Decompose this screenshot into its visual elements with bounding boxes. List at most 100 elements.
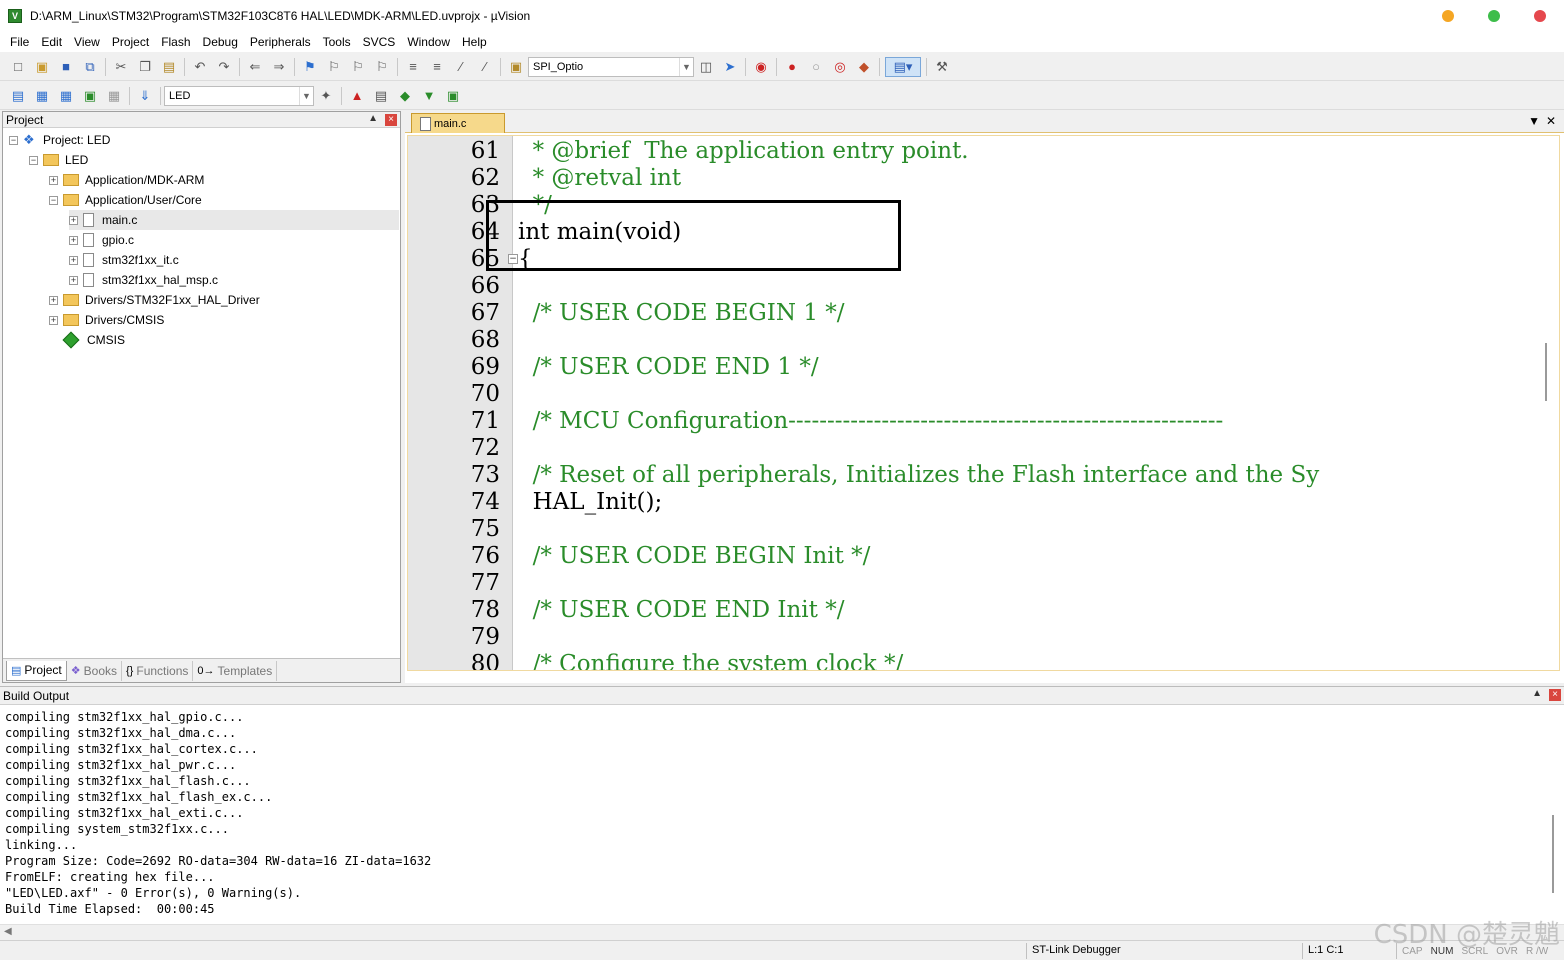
tree-item-label: stm32f1xx_it.c: [102, 253, 179, 267]
clear-bookmarks-icon[interactable]: ⚐: [372, 57, 392, 77]
maximize-button[interactable]: [1488, 10, 1500, 22]
open-folder-icon[interactable]: ▣: [32, 57, 52, 77]
build-icon[interactable]: ▦: [32, 86, 52, 106]
uncomment-icon[interactable]: ⁄: [475, 57, 495, 77]
menu-flash[interactable]: Flash: [155, 35, 196, 49]
disable-breakpoint-icon[interactable]: ○: [806, 57, 826, 77]
tab-main-c[interactable]: main.c: [411, 113, 505, 133]
tree-item-file[interactable]: + gpio.c: [69, 230, 134, 250]
indent-icon[interactable]: ≡: [403, 57, 423, 77]
tab-functions[interactable]: {} Functions: [122, 660, 194, 681]
batch-build-icon[interactable]: ▣: [80, 86, 100, 106]
find-icon[interactable]: ◫: [696, 57, 716, 77]
tree-item-group[interactable]: + Application/MDK-ARM: [49, 170, 204, 190]
expand-icon[interactable]: +: [69, 255, 78, 265]
menu-file[interactable]: File: [4, 35, 35, 49]
code-text: /* USER CODE END Init */: [518, 597, 845, 623]
expand-icon[interactable]: +: [49, 295, 58, 305]
menu-project[interactable]: Project: [106, 35, 155, 49]
code-line: 62 * @retval int: [408, 165, 1559, 192]
file-extensions-icon[interactable]: ▤: [371, 86, 391, 106]
incremental-find-icon[interactable]: ➤: [720, 57, 740, 77]
chevron-down-icon[interactable]: ▼: [299, 86, 313, 105]
editor-tab-bar: main.c ▼ ✕: [405, 111, 1564, 133]
undo-icon[interactable]: ↶: [190, 57, 210, 77]
tab-project[interactable]: ▤ Project: [6, 660, 67, 681]
target-options-icon[interactable]: ✦: [316, 86, 336, 106]
breakpoint-icon[interactable]: ●: [782, 57, 802, 77]
tree-item-group[interactable]: + Drivers/CMSIS: [49, 310, 164, 330]
menu-edit[interactable]: Edit: [35, 35, 68, 49]
disable-all-breakpoints-icon[interactable]: ◎: [830, 57, 850, 77]
find-in-files-icon[interactable]: ▣: [506, 57, 526, 77]
manage-project-items-icon[interactable]: ▲: [347, 86, 367, 106]
menu-debug[interactable]: Debug: [197, 35, 244, 49]
vertical-scrollbar[interactable]: [1545, 343, 1547, 401]
rebuild-icon[interactable]: ▦: [56, 86, 76, 106]
translate-icon[interactable]: ▤: [8, 86, 28, 106]
kill-all-breakpoints-icon[interactable]: ◆: [854, 57, 874, 77]
menu-peripherals[interactable]: Peripherals: [244, 35, 317, 49]
tree-item-file[interactable]: + stm32f1xx_hal_msp.c: [69, 270, 218, 290]
expand-icon[interactable]: +: [49, 315, 58, 325]
tree-item-file[interactable]: + stm32f1xx_it.c: [69, 250, 179, 270]
expand-icon[interactable]: +: [69, 275, 78, 285]
tree-item-project[interactable]: − ❖ Project: LED: [9, 130, 110, 150]
close-icon[interactable]: ×: [385, 114, 397, 126]
comment-icon[interactable]: ⁄: [451, 57, 471, 77]
redo-icon[interactable]: ↷: [214, 57, 234, 77]
menu-svcs[interactable]: SVCS: [357, 35, 402, 49]
select-packs-icon[interactable]: ▼: [419, 86, 439, 106]
save-all-icon[interactable]: ⧉: [80, 57, 100, 77]
tab-list-icon[interactable]: ▼: [1528, 114, 1540, 128]
pack-installer-icon[interactable]: ▣: [443, 86, 463, 106]
next-bookmark-icon[interactable]: ⚐: [348, 57, 368, 77]
expand-icon[interactable]: +: [69, 235, 78, 245]
close-icon[interactable]: ×: [1549, 689, 1561, 701]
scroll-left-icon[interactable]: ◀: [4, 926, 12, 937]
cut-icon[interactable]: ✂: [111, 57, 131, 77]
close-tab-icon[interactable]: ✕: [1546, 114, 1556, 128]
menu-help[interactable]: Help: [456, 35, 493, 49]
debug-session-icon[interactable]: ◉: [751, 57, 771, 77]
tree-item-group[interactable]: − Application/User/Core: [49, 190, 202, 210]
find-combo[interactable]: SPI_Optio ▼: [528, 56, 694, 77]
collapse-icon[interactable]: −: [49, 195, 58, 205]
target-select[interactable]: LED ▼: [164, 85, 314, 106]
tab-templates[interactable]: 0→ Templates: [193, 660, 278, 681]
bookmark-icon[interactable]: ⚑: [300, 57, 320, 77]
unindent-icon[interactable]: ≡: [427, 57, 447, 77]
collapse-icon[interactable]: −: [29, 155, 38, 165]
menu-tools[interactable]: Tools: [317, 35, 357, 49]
pin-icon[interactable]: ▲: [368, 113, 378, 124]
window-layout-icon[interactable]: ▤▾: [885, 56, 921, 77]
stop-build-icon[interactable]: ▦: [104, 86, 124, 106]
vertical-scrollbar[interactable]: [1552, 815, 1554, 893]
prev-bookmark-icon[interactable]: ⚐: [324, 57, 344, 77]
menu-view[interactable]: View: [68, 35, 106, 49]
save-icon[interactable]: ■: [56, 57, 76, 77]
tree-item-file[interactable]: + main.c: [69, 210, 399, 230]
copy-icon[interactable]: ❐: [135, 57, 155, 77]
close-button[interactable]: [1534, 10, 1546, 22]
tree-item-label: stm32f1xx_hal_msp.c: [102, 273, 219, 287]
tab-books[interactable]: ❖ Books: [67, 660, 122, 681]
expand-icon[interactable]: +: [69, 215, 78, 225]
collapse-icon[interactable]: −: [9, 135, 18, 145]
tree-item-component[interactable]: CMSIS: [62, 330, 125, 350]
navigate-forward-icon[interactable]: ⇒: [269, 57, 289, 77]
horizontal-scrollbar[interactable]: ◀: [0, 924, 1564, 940]
tree-item-target-led[interactable]: − LED: [29, 150, 88, 170]
manage-run-time-icon[interactable]: ◆: [395, 86, 415, 106]
expand-icon[interactable]: +: [49, 175, 58, 185]
pin-icon[interactable]: ▲: [1532, 688, 1542, 699]
download-load-icon[interactable]: ⇓: [135, 86, 155, 106]
menu-window[interactable]: Window: [401, 35, 456, 49]
new-file-icon[interactable]: □: [8, 57, 28, 77]
minimize-button[interactable]: [1442, 10, 1454, 22]
tree-item-group[interactable]: + Drivers/STM32F1xx_HAL_Driver: [49, 290, 260, 310]
navigate-back-icon[interactable]: ⇐: [245, 57, 265, 77]
configure-icon[interactable]: ⚒: [932, 57, 952, 77]
paste-icon[interactable]: ▤: [159, 57, 179, 77]
chevron-down-icon[interactable]: ▼: [679, 57, 693, 76]
